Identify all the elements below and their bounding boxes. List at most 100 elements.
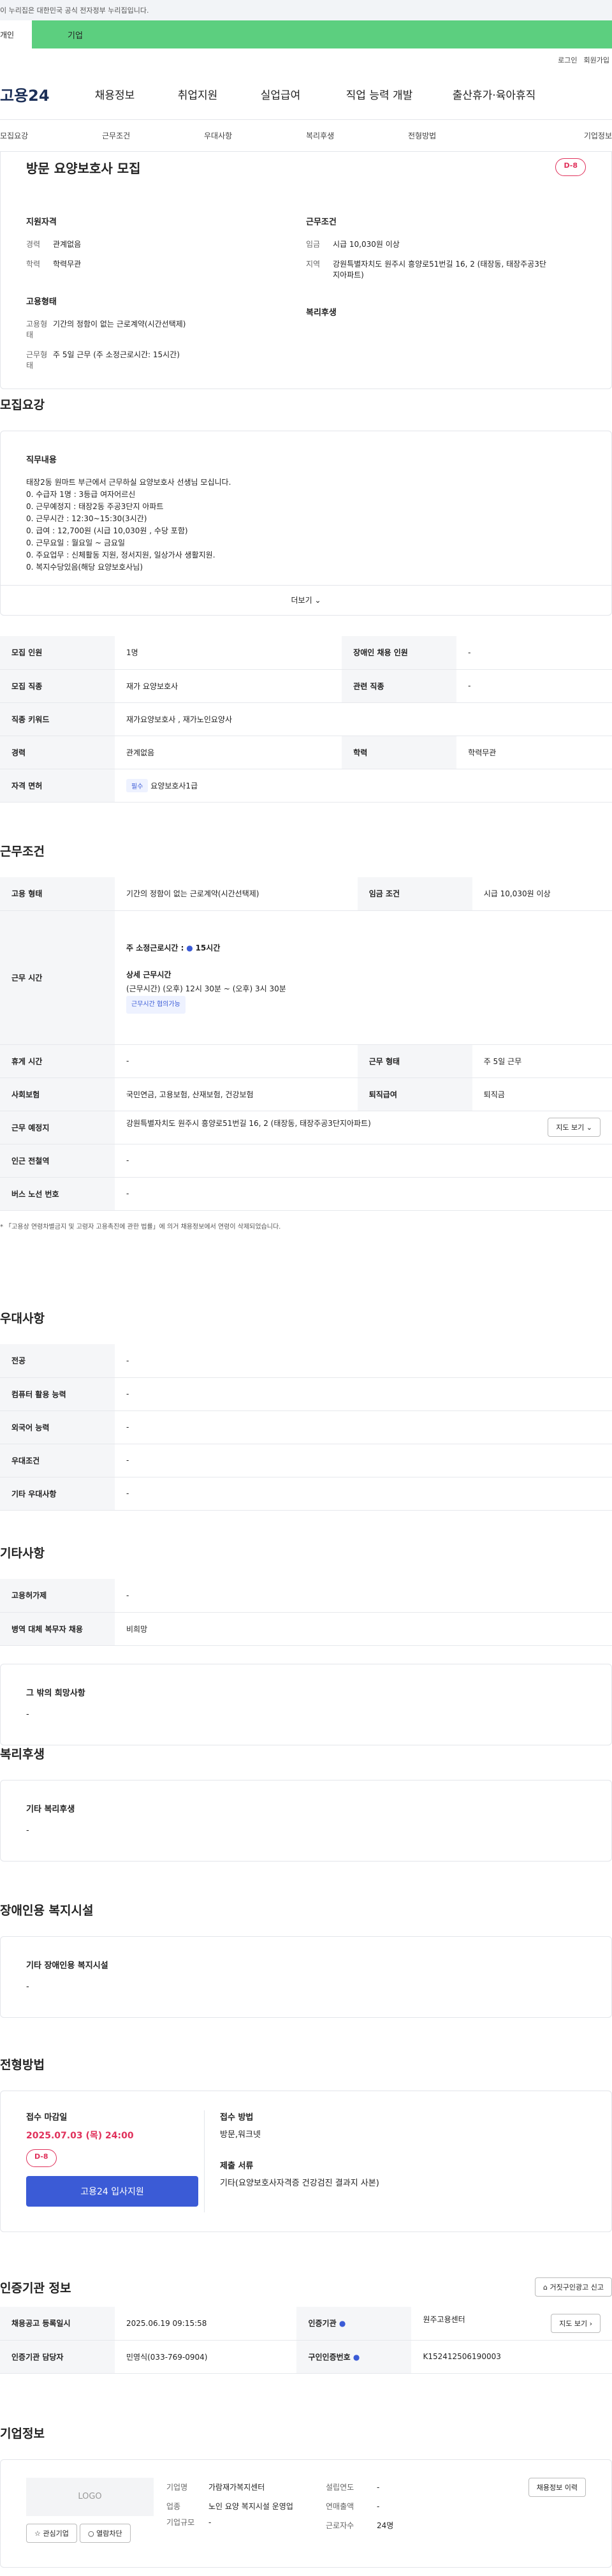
cert-table: 채용공고 등록일시 2025.06.19 09:15:58 인증기관 ● 원주고용센터… [0, 2307, 612, 2374]
cell: 모집 직종 [0, 669, 115, 703]
comp-emp-value: 24명 [377, 2521, 394, 2530]
apply-button[interactable]: 고용24 입사지원 [26, 2176, 198, 2207]
career-label: 경력 [26, 240, 41, 249]
audience-tabs: 개인 기업 [0, 20, 612, 48]
duty-line: 태장2동 원마트 부근에서 근무하실 요양보호사 선생님 모십니다. [26, 478, 231, 487]
comp-emp-label: 근로자수 [326, 2521, 354, 2530]
company-logo: LOGO [26, 2478, 154, 2516]
disab-box: 기타 장애인용 복지시설 - [0, 1936, 612, 2018]
util-menu: 로그인 회원가입 [0, 48, 612, 69]
gnb-benefit[interactable]: 실업급여 [245, 86, 316, 102]
method-title: 접수 방법 [220, 2113, 254, 2122]
snb-rec[interactable]: 모집요강 [0, 130, 102, 141]
region-value: 강원특별자치도 원주시 흥양로51번길 16, 2 (태장동, 태장주공3단지아… [333, 260, 546, 279]
welfare-box-value: - [26, 1826, 29, 1835]
duty-line: 0. 근무시간 : 12:30~15:30(3시간) [26, 514, 147, 523]
comp-name-label: 기업명 [166, 2483, 188, 2492]
cell: 주 5일 근무 [472, 1044, 612, 1078]
info-icon[interactable]: ● [186, 944, 193, 952]
star-icon: ☆ [34, 2529, 41, 2538]
wish-value: - [26, 1709, 29, 1719]
duty-line: 0. 복지수당있음(해당 요양보호사님) [26, 563, 143, 572]
disab-box-value: - [26, 1982, 29, 1992]
fav-button[interactable]: ☆ 관심기업 [26, 2524, 77, 2543]
info-icon[interactable]: ● [339, 2319, 346, 2328]
comp-est-label: 설립연도 [326, 2483, 354, 2492]
duty-box: 직무내용 태장2동 원마트 부근에서 근무하실 요양보호사 선생님 모십니다. 0… [0, 431, 612, 616]
cell: - [115, 1177, 612, 1211]
cell: 장애인 채용 인원 [342, 636, 457, 670]
gnb-support[interactable]: 취업지원 [163, 86, 233, 102]
cell: 퇴직금 [472, 1077, 612, 1111]
comp-name-value: 가람재가복지센터 [208, 2483, 265, 2492]
login-link[interactable]: 로그인 [558, 56, 577, 64]
cell: K152412506190003 [411, 2340, 612, 2374]
welfare-title: 복리후생 [306, 308, 337, 318]
edu-value: 학력무관 [53, 260, 82, 269]
site-logo[interactable]: 고용24 [0, 83, 67, 105]
welfare-section-title: 복리후생 [0, 1747, 45, 1761]
signup-link[interactable]: 회원가입 [584, 56, 609, 64]
cell: 병역 대체 복무자 채용 [0, 1612, 115, 1646]
block-button[interactable]: ○ 열람차단 [80, 2524, 131, 2543]
tab-personal[interactable]: 개인 [0, 20, 32, 48]
snb-comp[interactable]: 기업정보 [510, 130, 612, 141]
comp-size-label: 기업규모 [166, 2518, 195, 2527]
cell: 학력무관 [456, 736, 612, 769]
cell: 2025.06.19 09:15:58 [115, 2307, 297, 2341]
report-button[interactable]: ⌂ 거짓구인광고 신고 [535, 2277, 612, 2297]
disab-box-title: 기타 장애인용 복지시설 [26, 1961, 108, 1971]
section-nav: 모집요강 근무조건 우대사항 복리후생 전형방법 기업정보 [0, 120, 612, 152]
job-title: 방문 요양보호사 모집 [26, 161, 141, 176]
disab-title: 장애인용 복지시설 [0, 1904, 94, 1918]
snb-pref[interactable]: 우대사항 [204, 130, 306, 141]
info-icon[interactable]: ● [353, 2353, 360, 2362]
global-nav: 고용24 채용정보 취업지원 실업급여 직업 능력 개발 출산휴가·육아휴직 [0, 69, 612, 120]
place-value: 강원특별자치도 원주시 흥양로51번길 16, 2 (태장동, 태장주공3단지아… [126, 1119, 371, 1128]
cond-title: 근무조건 [306, 218, 337, 227]
cell: 학력 [342, 736, 457, 769]
more-button[interactable]: 더보기 ⌄ [1, 585, 611, 605]
detail-value: (근무시간) (오후) 12시 30분 ~ (오후) 3시 30분 [126, 984, 286, 993]
etc-title: 기타사항 [0, 1546, 45, 1560]
snb-cond[interactable]: 근무조건 [102, 130, 204, 141]
org-label: 인증기관 [308, 2319, 337, 2328]
snb-sel[interactable]: 전형방법 [408, 130, 510, 141]
career-value: 관계없음 [53, 240, 82, 249]
cell: 근무 형태 [357, 1044, 472, 1078]
cell: - [456, 636, 612, 670]
gnb-training[interactable]: 직업 능력 개발 [328, 86, 430, 102]
wage-label: 임금 [306, 240, 321, 249]
cell: 국민연금, 고용보험, 산재보험, 건강보험 [115, 1077, 358, 1111]
map-button[interactable]: 지도 보기 ⌄ [548, 1118, 601, 1137]
gnb-jobs[interactable]: 채용정보 [80, 86, 150, 102]
tab-company[interactable]: 기업 [32, 20, 612, 48]
cell: - [456, 669, 612, 703]
sel-box: 접수 마감일 2025.07.03 (목) 24:00 D-8 고용24 입사지… [0, 2091, 612, 2232]
cell: 채용공고 등록일시 [0, 2307, 115, 2341]
cell: - [115, 1410, 612, 1444]
deadline-value: 2025.07.03 (목) 24:00 [26, 2131, 134, 2141]
cell: 재가 요양보호사 [115, 669, 342, 703]
cell: 1명 [115, 636, 342, 670]
duty-text: 태장2동 원마트 부근에서 근무하실 요양보호사 선생님 모십니다. 0. 수급자… [26, 477, 586, 574]
comp-size-value: - [208, 2518, 212, 2527]
cell: 버스 노선 번호 [0, 1177, 115, 1211]
wish-title: 그 밖의 희망사항 [26, 1688, 85, 1698]
cell: 자격 면허 [0, 769, 115, 803]
comp-ind-label: 업종 [166, 2502, 181, 2511]
cell: - [115, 1044, 358, 1078]
job-summary: 방문 요양보호사 모집 D-8 지원자격 경력 관계없음 학력 학력무관 고용형태 고… [0, 152, 612, 389]
welfare-box-title: 기타 복리후생 [26, 1805, 75, 1814]
pref-table: 전공 - 컴퓨터 활용 능력 - 외국어 능력 - 우대조건 - 기타 우대사항 - [0, 1344, 612, 1511]
home-icon: ⌂ [543, 2283, 548, 2291]
cell: 컴퓨터 활용 능력 [0, 1377, 115, 1411]
cell: - [115, 1579, 612, 1613]
snb-welfare[interactable]: 복리후생 [306, 130, 408, 141]
cell: 퇴직급여 [357, 1077, 472, 1111]
gnb-leave[interactable]: 출산휴가·육아휴직 [443, 86, 545, 102]
cert-map-button[interactable]: 지도 보기 › [551, 2313, 601, 2333]
job-history-button[interactable]: 채용정보 이력 [528, 2478, 586, 2497]
comp-est-value: - [377, 2483, 380, 2492]
cell: 근무 시간 [0, 910, 115, 1045]
